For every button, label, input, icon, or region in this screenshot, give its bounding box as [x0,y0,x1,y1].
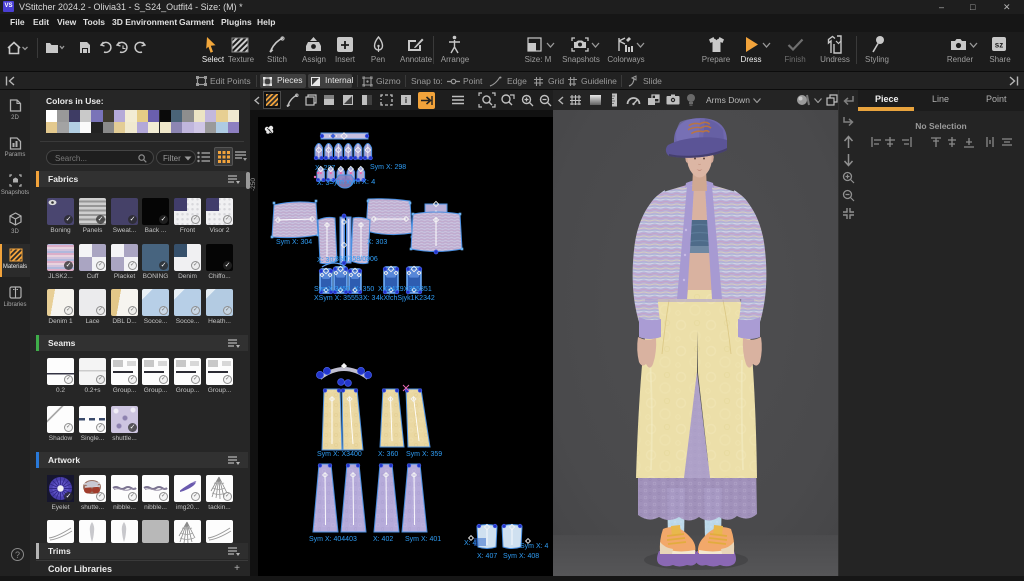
svg-text:X: 303: X: 303 [367,239,387,246]
svg-text:X: 3: X: 3 [317,180,330,187]
svg-text:X: 402: X: 402 [373,536,393,543]
svg-text:350/358/0906: 350/358/0906 [335,256,378,263]
svg-text:i: i [405,96,407,105]
svg-text:Sym X: 401: Sym X: 401 [405,536,441,543]
svg-text:XSym X: 35553: XSym X: 35553 [314,295,363,302]
svg-text:X: 360: X: 360 [378,451,398,458]
svg-text:Sym X: 304: Sym X: 304 [276,239,312,246]
svg-text:sz: sz [995,41,1003,50]
svg-text:4kXfchSjyk1K2342: 4kXfchSjyk1K2342 [376,295,435,302]
svg-text:X: 3: X: 3 [363,295,376,302]
svg-text:Sym X: 298: Sym X: 298 [370,164,406,171]
svg-text:Sym X: 4: Sym X: 4 [520,543,549,550]
svg-text:Sym X: 408: Sym X: 408 [503,553,539,560]
svg-text:Sym xym X: 4: Sym xym X: 4 [329,177,375,186]
svg-text:Sym X: X3400: Sym X: X3400 [317,451,362,458]
svg-text:Sym X: 359: Sym X: 359 [406,451,442,458]
svg-text:SymX:3450: SymX:3450 [314,286,350,293]
svg-text:Sym X: 404403: Sym X: 404403 [309,536,357,543]
svg-text:X: 407: X: 407 [477,553,497,560]
svg-text:XX34X9X355351: XX34X9X355351 [378,286,432,293]
svg-text:X: 350: X: 350 [354,286,374,293]
